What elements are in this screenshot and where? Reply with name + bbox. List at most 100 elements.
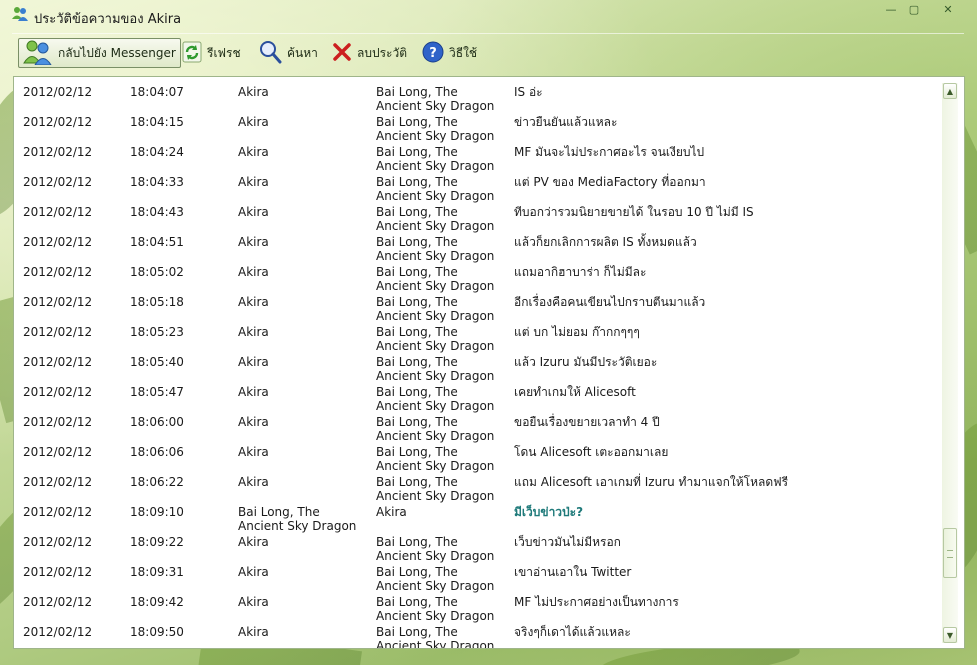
message-row[interactable]: 2012/02/12 18:05:40 Akira Bai Long, The Anc… bbox=[14, 351, 934, 383]
scroll-down-button[interactable]: ▼ bbox=[943, 627, 957, 643]
message-recipient: Bai Long, The Ancient Sky Dragon bbox=[376, 565, 495, 593]
message-recipient: Bai Long, The Ancient Sky Dragon bbox=[376, 295, 495, 323]
scroll-up-button[interactable]: ▲ bbox=[943, 83, 957, 99]
message-history-window: ประวัติข้อความของ Akira — ▢ ✕ กลับไปยัง … bbox=[0, 0, 977, 665]
message-text: เคยทำเกมให้ Alicesoft bbox=[514, 385, 636, 399]
message-row[interactable]: 2012/02/12 18:04:24 Akira Bai Long, The Anc… bbox=[14, 141, 934, 173]
message-date: 2012/02/12 bbox=[23, 445, 93, 459]
message-time: 18:04:24 bbox=[130, 145, 184, 159]
message-text: ขอยืนเรื่องขยายเวลาทำ 4 ปี bbox=[514, 415, 660, 429]
message-date: 2012/02/12 bbox=[23, 85, 93, 99]
message-time: 18:06:00 bbox=[130, 415, 184, 429]
maximize-icon: ▢ bbox=[908, 2, 920, 16]
message-row[interactable]: 2012/02/12 18:06:00 Akira Bai Long, The Anc… bbox=[14, 411, 934, 443]
message-sender: Akira bbox=[238, 595, 269, 609]
message-row[interactable]: 2012/02/12 18:04:15 Akira Bai Long, The Anc… bbox=[14, 111, 934, 143]
minimize-button[interactable]: — bbox=[880, 2, 902, 16]
message-sender: Akira bbox=[238, 355, 269, 369]
title-bar[interactable]: ประวัติข้อความของ Akira — ▢ ✕ bbox=[0, 0, 977, 30]
message-time: 18:04:15 bbox=[130, 115, 184, 129]
help-icon: ? bbox=[422, 41, 444, 66]
window-title: ประวัติข้อความของ Akira bbox=[34, 12, 182, 27]
message-sender: Bai Long, The Ancient Sky Dragon bbox=[238, 505, 357, 533]
help-button[interactable]: ? วิธีใช้ bbox=[422, 38, 477, 68]
search-icon bbox=[258, 40, 282, 67]
message-sender: Akira bbox=[238, 565, 269, 579]
delete-history-label: ลบประวัติ bbox=[357, 45, 408, 60]
message-recipient: Bai Long, The Ancient Sky Dragon bbox=[376, 625, 495, 649]
delete-history-button[interactable]: ลบประวัติ bbox=[332, 38, 407, 68]
message-text: แถม Alicesoft เอาเกมที่ Izuru ทำมาแจกให้… bbox=[514, 475, 789, 489]
message-text: MF ไม่ประกาศอย่างเป็นทางการ bbox=[514, 595, 679, 609]
delete-x-icon bbox=[332, 42, 352, 65]
refresh-button[interactable]: รีเฟรช bbox=[182, 38, 241, 68]
message-date: 2012/02/12 bbox=[23, 175, 93, 189]
message-text: แล้ว Izuru มันมีประวัติเยอะ bbox=[514, 355, 658, 369]
message-text: แถมอากิฮาบาร่า ก็ไม่มีละ bbox=[514, 265, 647, 279]
message-time: 18:09:31 bbox=[130, 565, 184, 579]
message-text: แต่ PV ของ MediaFactory ที่ออกมา bbox=[514, 175, 706, 189]
message-row[interactable]: 2012/02/12 18:05:18 Akira Bai Long, The Anc… bbox=[14, 291, 934, 323]
message-row[interactable]: 2012/02/12 18:04:43 Akira Bai Long, The Anc… bbox=[14, 201, 934, 233]
message-time: 18:09:50 bbox=[130, 625, 184, 639]
scroll-down-arrow-icon: ▼ bbox=[946, 630, 954, 640]
refresh-icon bbox=[182, 41, 202, 66]
message-row[interactable]: 2012/02/12 18:06:06 Akira Bai Long, The Anc… bbox=[14, 441, 934, 473]
vertical-scrollbar[interactable]: ▲ ▼ bbox=[942, 83, 958, 643]
back-to-messenger-label: กลับไปยัง Messenger bbox=[58, 45, 176, 60]
back-to-messenger-button[interactable]: กลับไปยัง Messenger bbox=[18, 38, 181, 68]
search-label: ค้นหา bbox=[287, 45, 318, 60]
message-recipient: Bai Long, The Ancient Sky Dragon bbox=[376, 235, 495, 263]
help-label: วิธีใช้ bbox=[449, 45, 478, 60]
message-text: ทีบอกว่ารวมนิยายขายได้ ในรอบ 10 ปี ไม่มี… bbox=[514, 205, 754, 219]
message-sender: Akira bbox=[238, 85, 269, 99]
message-row[interactable]: 2012/02/12 18:06:22 Akira Bai Long, The Anc… bbox=[14, 471, 934, 503]
message-recipient: Bai Long, The Ancient Sky Dragon bbox=[376, 325, 495, 353]
message-recipient: Bai Long, The Ancient Sky Dragon bbox=[376, 415, 495, 443]
message-row[interactable]: 2012/02/12 18:09:22 Akira Bai Long, The Anc… bbox=[14, 531, 934, 563]
message-text: เว็บข่าวมันไม่มีหรอก bbox=[514, 535, 621, 549]
message-row[interactable]: 2012/02/12 18:04:07 Akira Bai Long, The Anc… bbox=[14, 81, 934, 113]
message-row[interactable]: 2012/02/12 18:09:42 Akira Bai Long, The Anc… bbox=[14, 591, 934, 623]
message-sender: Akira bbox=[238, 115, 269, 129]
message-sender: Akira bbox=[238, 325, 269, 339]
message-recipient: Bai Long, The Ancient Sky Dragon bbox=[376, 145, 495, 173]
message-row[interactable]: 2012/02/12 18:04:51 Akira Bai Long, The Anc… bbox=[14, 231, 934, 263]
message-sender: Akira bbox=[238, 625, 269, 639]
message-sender: Akira bbox=[238, 415, 269, 429]
message-time: 18:04:43 bbox=[130, 205, 184, 219]
message-date: 2012/02/12 bbox=[23, 325, 93, 339]
message-time: 18:09:22 bbox=[130, 535, 184, 549]
message-date: 2012/02/12 bbox=[23, 625, 93, 639]
message-history-list[interactable]: 2012/02/12 18:04:07 Akira Bai Long, The Anc… bbox=[13, 76, 965, 649]
message-row[interactable]: 2012/02/12 18:05:02 Akira Bai Long, The Anc… bbox=[14, 261, 934, 293]
message-sender: Akira bbox=[238, 175, 269, 189]
message-text: จริงๆก็เดาได้แล้วแหละ bbox=[514, 625, 631, 639]
refresh-label: รีเฟรช bbox=[207, 45, 241, 60]
close-button[interactable]: ✕ bbox=[934, 2, 962, 16]
message-time: 18:04:51 bbox=[130, 235, 184, 249]
message-row[interactable]: 2012/02/12 18:09:10 Bai Long, The Ancient … bbox=[14, 501, 934, 533]
message-recipient: Bai Long, The Ancient Sky Dragon bbox=[376, 175, 495, 203]
message-time: 18:09:42 bbox=[130, 595, 184, 609]
message-row[interactable]: 2012/02/12 18:04:33 Akira Bai Long, The Anc… bbox=[14, 171, 934, 203]
message-row[interactable]: 2012/02/12 18:09:50 Akira Bai Long, The Anc… bbox=[14, 621, 934, 649]
search-button[interactable]: ค้นหา bbox=[258, 38, 318, 68]
message-recipient: Bai Long, The Ancient Sky Dragon bbox=[376, 115, 495, 143]
messenger-buddies-icon bbox=[12, 6, 28, 22]
message-time: 18:05:47 bbox=[130, 385, 184, 399]
message-time: 18:05:18 bbox=[130, 295, 184, 309]
message-sender: Akira bbox=[238, 475, 269, 489]
message-row[interactable]: 2012/02/12 18:05:47 Akira Bai Long, The Anc… bbox=[14, 381, 934, 413]
maximize-button[interactable]: ▢ bbox=[903, 2, 925, 16]
message-row[interactable]: 2012/02/12 18:09:31 Akira Bai Long, The Anc… bbox=[14, 561, 934, 593]
message-date: 2012/02/12 bbox=[23, 145, 93, 159]
message-row[interactable]: 2012/02/12 18:05:23 Akira Bai Long, The Anc… bbox=[14, 321, 934, 353]
message-date: 2012/02/12 bbox=[23, 115, 93, 129]
svg-text:?: ? bbox=[429, 46, 437, 61]
scrollbar-thumb[interactable] bbox=[943, 528, 957, 579]
message-date: 2012/02/12 bbox=[23, 535, 93, 549]
message-sender: Akira bbox=[238, 205, 269, 219]
message-time: 18:06:22 bbox=[130, 475, 184, 489]
message-recipient: Bai Long, The Ancient Sky Dragon bbox=[376, 535, 495, 563]
